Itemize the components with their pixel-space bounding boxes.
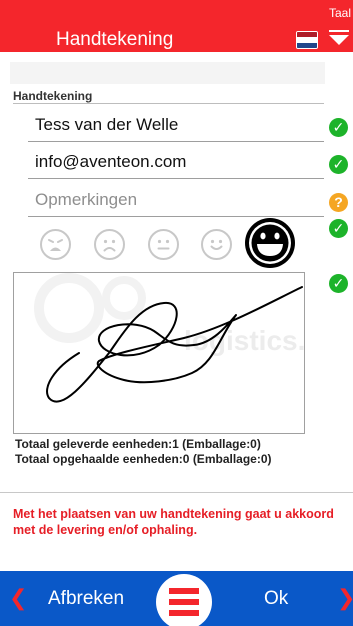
section-title: Handtekening: [13, 89, 93, 103]
email-field[interactable]: [28, 148, 324, 179]
netherlands-flag-icon[interactable]: [296, 31, 318, 49]
totals-summary: Totaal geleverde eenheden:1 (Emballage:0…: [15, 437, 272, 467]
section-divider: [13, 103, 324, 104]
ok-button[interactable]: Ok: [264, 571, 288, 626]
name-input[interactable]: [28, 111, 324, 139]
name-valid-check-icon: ✓: [329, 118, 348, 137]
cancel-button[interactable]: Afbreken: [48, 571, 124, 626]
remarks-question-icon: ?: [329, 193, 348, 212]
sad-face-icon[interactable]: [94, 229, 125, 260]
chevron-left-icon[interactable]: ❮: [9, 586, 27, 610]
rating-valid-check-icon: ✓: [329, 219, 348, 238]
chevron-right-icon[interactable]: ❯: [337, 586, 353, 610]
very-happy-face-icon[interactable]: [245, 218, 295, 268]
delivered-units-total: Totaal geleverde eenheden:1 (Emballage:0…: [15, 437, 261, 451]
signature-pad[interactable]: logistics.one: [13, 272, 305, 434]
language-dropdown-icon[interactable]: [324, 30, 352, 48]
remarks-input[interactable]: [28, 186, 324, 214]
signature-screen: Handtekening Taal Handtekening ✓ ✓ ? ✓: [0, 0, 353, 626]
signature-stroke: [46, 286, 303, 403]
remarks-field[interactable]: [28, 186, 324, 217]
neutral-face-icon[interactable]: [148, 229, 179, 260]
email-valid-check-icon: ✓: [329, 155, 348, 174]
agreement-notice: Met het plaatsen van uw handtekening gaa…: [13, 507, 334, 537]
email-input[interactable]: [28, 148, 324, 176]
app-header: Handtekening Taal: [0, 0, 353, 52]
name-field[interactable]: [28, 111, 324, 142]
collected-units-total: Totaal opgehaalde eenheden:0 (Emballage:…: [15, 452, 272, 466]
page-title: Handtekening: [56, 29, 174, 50]
footer-divider: [0, 492, 353, 493]
menu-icon[interactable]: [156, 574, 212, 626]
very-sad-face-icon[interactable]: [40, 229, 71, 260]
empty-info-bar: [10, 62, 325, 84]
happy-face-icon[interactable]: [201, 229, 232, 260]
signature-valid-check-icon: ✓: [329, 274, 348, 293]
language-label: Taal: [328, 6, 351, 20]
